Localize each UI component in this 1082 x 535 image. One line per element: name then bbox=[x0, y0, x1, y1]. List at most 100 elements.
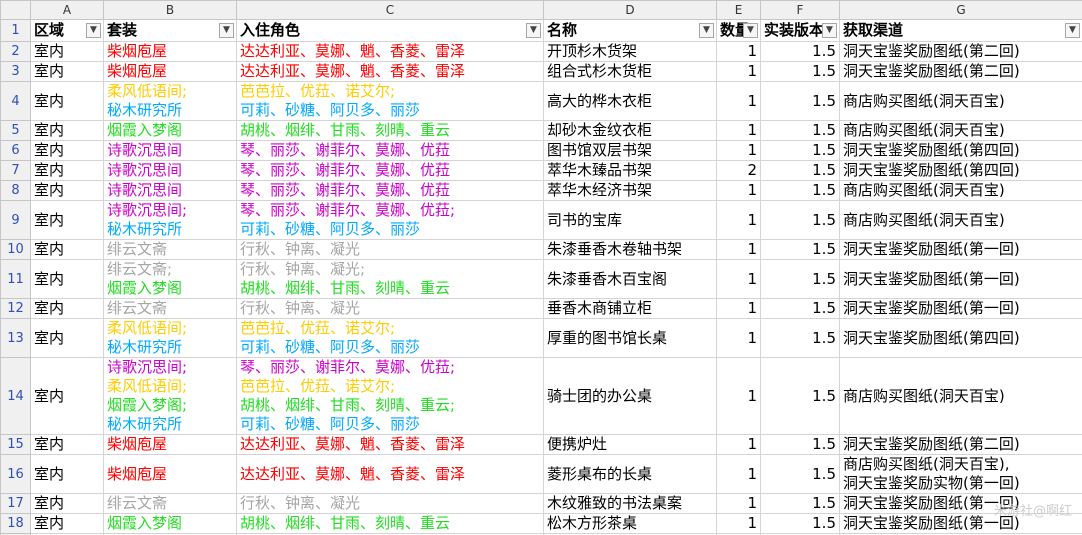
cell-item-name[interactable]: 木纹雅致的书法桌案 bbox=[543, 493, 717, 514]
cell-quantity[interactable]: 1 bbox=[716, 120, 761, 141]
cell-source[interactable]: 商店购买图纸(洞天百宝) bbox=[839, 200, 1082, 240]
cell-quantity[interactable]: 2 bbox=[716, 160, 761, 181]
cell-residents[interactable]: 胡桃、烟绯、甘雨、刻晴、重云 bbox=[236, 120, 544, 141]
cell-version[interactable]: 1.5 bbox=[760, 120, 840, 141]
row-number[interactable]: 3 bbox=[0, 61, 31, 82]
cell-residents[interactable]: 达达利亚、莫娜、魈、香菱、雷泽 bbox=[236, 434, 544, 455]
cell-item-name[interactable]: 组合式杉木货柜 bbox=[543, 61, 717, 82]
cell-item-name[interactable]: 却砂木金纹衣柜 bbox=[543, 120, 717, 141]
cell-region[interactable]: 室内 bbox=[30, 357, 104, 435]
filter-dropdown-icon[interactable]: ▼ bbox=[526, 22, 541, 38]
cell-version[interactable]: 1.5 bbox=[760, 454, 840, 494]
cell-region[interactable]: 室内 bbox=[30, 298, 104, 319]
cell-set[interactable]: 烟霞入梦阁 bbox=[103, 120, 237, 141]
cell-quantity[interactable]: 1 bbox=[716, 180, 761, 201]
header-cell-source[interactable]: 获取渠道 ▼ bbox=[839, 19, 1082, 42]
cell-item-name[interactable]: 厚重的图书馆长桌 bbox=[543, 318, 717, 358]
cell-set[interactable]: 绯云文斋 bbox=[103, 493, 237, 514]
cell-source[interactable]: 商店购买图纸(洞天百宝) bbox=[839, 180, 1082, 201]
row-number[interactable]: 5 bbox=[0, 120, 31, 141]
cell-source[interactable]: 商店购买图纸(洞天百宝) bbox=[839, 81, 1082, 121]
cell-region[interactable]: 室内 bbox=[30, 180, 104, 201]
row-number[interactable]: 6 bbox=[0, 140, 31, 161]
cell-item-name[interactable]: 便携炉灶 bbox=[543, 434, 717, 455]
cell-source[interactable]: 洞天宝鉴奖励图纸(第二回) bbox=[839, 61, 1082, 82]
row-number[interactable]: 9 bbox=[0, 200, 31, 240]
cell-set[interactable]: 柔风低语间; 秘木研究所 bbox=[103, 318, 237, 358]
cell-quantity[interactable]: 1 bbox=[716, 434, 761, 455]
filter-dropdown-icon[interactable]: ▼ bbox=[1065, 22, 1080, 38]
cell-set[interactable]: 柴烟庖屋 bbox=[103, 434, 237, 455]
cell-version[interactable]: 1.5 bbox=[760, 200, 840, 240]
cell-version[interactable]: 1.5 bbox=[760, 357, 840, 435]
cell-item-name[interactable]: 图书馆双层书架 bbox=[543, 140, 717, 161]
cell-quantity[interactable]: 1 bbox=[716, 140, 761, 161]
cell-item-name[interactable]: 开顶杉木货架 bbox=[543, 41, 717, 62]
row-number[interactable]: 2 bbox=[0, 41, 31, 62]
header-cell-quantity[interactable]: 数量 ▼ bbox=[716, 19, 761, 42]
cell-source[interactable]: 洞天宝鉴奖励图纸(第四回) bbox=[839, 318, 1082, 358]
cell-set[interactable]: 诗歌沉思间 bbox=[103, 160, 237, 181]
cell-set[interactable]: 烟霞入梦阁 bbox=[103, 513, 237, 534]
cell-version[interactable]: 1.5 bbox=[760, 298, 840, 319]
cell-quantity[interactable]: 1 bbox=[716, 493, 761, 514]
row-number[interactable]: 4 bbox=[0, 81, 31, 121]
row-number[interactable]: 15 bbox=[0, 434, 31, 455]
filter-dropdown-icon[interactable]: ▼ bbox=[822, 22, 837, 38]
cell-version[interactable]: 1.5 bbox=[760, 81, 840, 121]
column-header-e[interactable]: E bbox=[716, 0, 761, 20]
cell-version[interactable]: 1.5 bbox=[760, 493, 840, 514]
cell-set[interactable]: 绯云文斋 bbox=[103, 239, 237, 260]
cell-version[interactable]: 1.5 bbox=[760, 318, 840, 358]
cell-residents[interactable]: 琴、丽莎、谢菲尔、莫娜、优菈 bbox=[236, 140, 544, 161]
cell-source[interactable]: 洞天宝鉴奖励图纸(第四回) bbox=[839, 160, 1082, 181]
cell-residents[interactable]: 芭芭拉、优菈、诺艾尔; 可莉、砂糖、阿贝多、丽莎 bbox=[236, 81, 544, 121]
column-header-b[interactable]: B bbox=[103, 0, 237, 20]
row-number[interactable]: 16 bbox=[0, 454, 31, 494]
cell-region[interactable]: 室内 bbox=[30, 41, 104, 62]
filter-dropdown-icon[interactable]: ▼ bbox=[699, 22, 714, 38]
cell-set[interactable]: 柴烟庖屋 bbox=[103, 41, 237, 62]
cell-set[interactable]: 柴烟庖屋 bbox=[103, 454, 237, 494]
cell-region[interactable]: 室内 bbox=[30, 239, 104, 260]
cell-residents[interactable]: 行秋、钟离、凝光 bbox=[236, 493, 544, 514]
row-number[interactable]: 14 bbox=[0, 357, 31, 435]
filter-active-icon[interactable]: ▼ bbox=[86, 22, 101, 38]
cell-residents[interactable]: 达达利亚、莫娜、魈、香菱、雷泽 bbox=[236, 41, 544, 62]
cell-region[interactable]: 室内 bbox=[30, 120, 104, 141]
cell-region[interactable]: 室内 bbox=[30, 454, 104, 494]
cell-item-name[interactable]: 高大的桦木衣柜 bbox=[543, 81, 717, 121]
header-cell-version[interactable]: 实装版本 ▼ bbox=[760, 19, 840, 42]
cell-set[interactable]: 诗歌沉思间 bbox=[103, 180, 237, 201]
select-all-corner[interactable] bbox=[0, 0, 31, 20]
column-header-c[interactable]: C bbox=[236, 0, 544, 20]
cell-residents[interactable]: 琴、丽莎、谢菲尔、莫娜、优菈 bbox=[236, 160, 544, 181]
row-number[interactable]: 17 bbox=[0, 493, 31, 514]
header-cell-name[interactable]: 名称 ▼ bbox=[543, 19, 717, 42]
cell-region[interactable]: 室内 bbox=[30, 259, 104, 299]
row-number[interactable]: 12 bbox=[0, 298, 31, 319]
cell-item-name[interactable]: 司书的宝库 bbox=[543, 200, 717, 240]
cell-set[interactable]: 柔风低语间; 秘木研究所 bbox=[103, 81, 237, 121]
cell-quantity[interactable]: 1 bbox=[716, 259, 761, 299]
cell-version[interactable]: 1.5 bbox=[760, 434, 840, 455]
cell-residents[interactable]: 行秋、钟离、凝光 bbox=[236, 239, 544, 260]
cell-set[interactable]: 诗歌沉思间; 秘木研究所 bbox=[103, 200, 237, 240]
cell-version[interactable]: 1.5 bbox=[760, 259, 840, 299]
cell-item-name[interactable]: 垂香木商铺立柜 bbox=[543, 298, 717, 319]
cell-source[interactable]: 洞天宝鉴奖励图纸(第一回) bbox=[839, 259, 1082, 299]
cell-set[interactable]: 柴烟庖屋 bbox=[103, 61, 237, 82]
row-number[interactable]: 11 bbox=[0, 259, 31, 299]
cell-region[interactable]: 室内 bbox=[30, 318, 104, 358]
cell-set[interactable]: 诗歌沉思间; 柔风低语间; 烟霞入梦阁; 秘木研究所 bbox=[103, 357, 237, 435]
cell-quantity[interactable]: 1 bbox=[716, 239, 761, 260]
row-number[interactable]: 18 bbox=[0, 513, 31, 534]
column-header-g[interactable]: G bbox=[839, 0, 1082, 20]
cell-residents[interactable]: 琴、丽莎、谢菲尔、莫娜、优菈; 芭芭拉、优菈、诺艾尔; 胡桃、烟绯、甘雨、刻晴、重云… bbox=[236, 357, 544, 435]
cell-residents[interactable]: 达达利亚、莫娜、魈、香菱、雷泽 bbox=[236, 454, 544, 494]
cell-quantity[interactable]: 1 bbox=[716, 200, 761, 240]
cell-residents[interactable]: 琴、丽莎、谢菲尔、莫娜、优菈; 可莉、砂糖、阿贝多、丽莎 bbox=[236, 200, 544, 240]
cell-source[interactable]: 商店购买图纸(洞天百宝) bbox=[839, 120, 1082, 141]
cell-region[interactable]: 室内 bbox=[30, 160, 104, 181]
cell-residents[interactable]: 琴、丽莎、谢菲尔、莫娜、优菈 bbox=[236, 180, 544, 201]
